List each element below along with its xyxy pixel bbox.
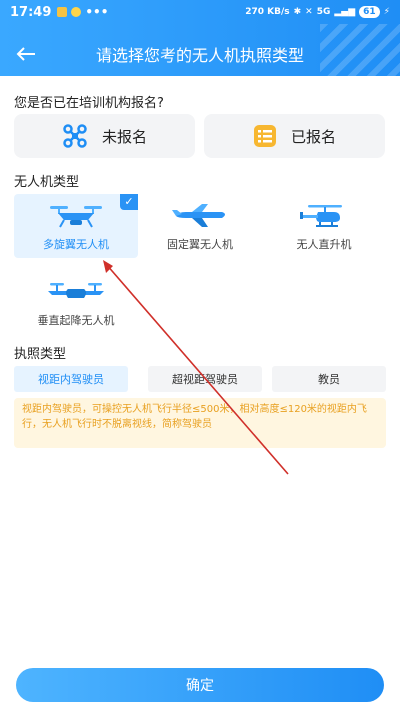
drone-type-helicopter[interactable]: 无人直升机 — [262, 194, 386, 258]
not-registered-option[interactable]: 未报名 — [14, 114, 195, 158]
selected-check-icon: ✓ — [120, 194, 138, 210]
drone-type-vtol-label: 垂直起降无人机 — [37, 314, 115, 327]
battery-indicator: 61 — [359, 6, 380, 18]
more-icon: ••• — [85, 5, 109, 19]
drone-type-multirotor[interactable]: 多旋翼无人机 ✓ — [14, 194, 138, 258]
helicopter-icon — [300, 205, 342, 227]
confirm-button[interactable]: 确定 — [16, 668, 384, 702]
drone-icon — [63, 124, 87, 148]
drone-type-multirotor-label: 多旋翼无人机 — [43, 238, 109, 251]
drone-type-fixed-wing-label: 固定翼无人机 — [167, 238, 233, 251]
back-button[interactable] — [12, 40, 40, 68]
tab-line-of-sight-pilot[interactable]: 视距内驾驶员 — [14, 366, 128, 392]
drone-type-label: 无人机类型 — [14, 175, 80, 190]
multirotor-drone-icon — [50, 206, 102, 228]
drone-type-fixed-wing[interactable]: 固定翼无人机 — [138, 194, 262, 258]
registered-label: 已报名 — [290, 127, 336, 146]
drone-type-vtol[interactable]: 垂直起降无人机 — [14, 270, 138, 334]
notification-icon — [57, 7, 68, 17]
license-type-label: 执照类型 — [14, 347, 67, 362]
not-registered-label: 未报名 — [101, 127, 147, 146]
registration-question: 您是否已在培训机构报名? — [14, 96, 164, 111]
chat-icon — [71, 7, 82, 17]
header-bar: 17:49 ••• 270 KB/s ✱ ✕ 5G ▂▄▆ 61 ⚡ 请选择您考… — [0, 0, 400, 76]
license-description: 视距内驾驶员，可操控无人机飞行半径≤500米，相对高度≤120米的视距内飞行，无… — [14, 398, 386, 448]
network-label: 5G — [316, 7, 331, 17]
charging-icon: ⚡ — [383, 7, 390, 17]
bluetooth-icon: ✱ — [293, 7, 302, 17]
tab-beyond-line-of-sight-pilot[interactable]: 超视距驾驶员 — [148, 366, 262, 392]
tab-instructor[interactable]: 教员 — [272, 366, 386, 392]
signal-icon: ▂▄▆ — [334, 7, 356, 17]
nav-bar: 请选择您考的无人机执照类型 — [0, 36, 400, 72]
page-title: 请选择您考的无人机执照类型 — [95, 46, 304, 65]
net-speed: 270 KB/s — [245, 7, 290, 17]
status-bar: 17:49 ••• 270 KB/s ✱ ✕ 5G ▂▄▆ 61 ⚡ — [0, 0, 400, 24]
fixed-wing-plane-icon — [172, 204, 225, 227]
list-icon — [253, 125, 276, 147]
drone-type-helicopter-label: 无人直升机 — [296, 238, 352, 251]
registered-option[interactable]: 已报名 — [204, 114, 385, 158]
back-arrow-icon — [16, 47, 35, 61]
mute-icon: ✕ — [305, 7, 313, 17]
status-right: 270 KB/s ✱ ✕ 5G ▂▄▆ 61 ⚡ — [245, 6, 390, 18]
status-time: 17:49 — [10, 4, 52, 20]
vtol-drone-icon — [48, 283, 104, 298]
